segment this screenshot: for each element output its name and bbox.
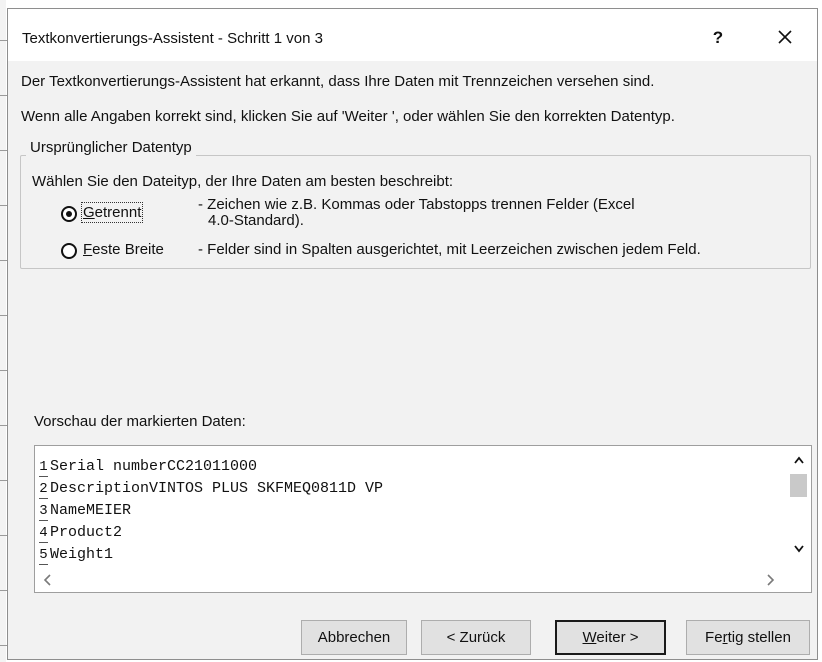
row-text: Product2 xyxy=(50,524,123,541)
horizontal-scrollbar[interactable] xyxy=(35,570,811,592)
fixed-width-description: - Felder sind in Spalten ausgerichtet, m… xyxy=(198,241,701,258)
title-bar: Textkonvertierungs-Assistent - Schritt 1… xyxy=(8,9,817,61)
help-button[interactable]: ? xyxy=(698,23,738,53)
next-button[interactable]: Weiter > xyxy=(555,620,666,655)
background-tick xyxy=(0,370,7,371)
background-tick xyxy=(0,260,7,261)
preview-rows: 1 Serial numberCC21011000 2 DescriptionVIN… xyxy=(39,456,383,566)
radio-button-selected[interactable] xyxy=(61,206,77,222)
back-button[interactable]: < Zurück xyxy=(421,620,531,655)
vertical-scrollbar[interactable] xyxy=(786,446,811,572)
window-title: Textkonvertierungs-Assistent - Schritt 1… xyxy=(22,30,323,47)
background-tick xyxy=(0,645,7,646)
radio-label-delimited[interactable]: Getrennt xyxy=(80,202,144,223)
row-number: 5 xyxy=(39,547,48,565)
row-text: NameMEIER xyxy=(50,502,132,519)
close-icon xyxy=(778,30,792,44)
background-tick xyxy=(0,590,7,591)
scroll-down-icon[interactable] xyxy=(794,542,804,556)
description-line-2: Wenn alle Angaben korrekt sind, klicken … xyxy=(21,108,675,125)
data-preview-box[interactable]: 1 Serial numberCC21011000 2 DescriptionVIN… xyxy=(34,445,812,593)
row-number: 1 xyxy=(39,459,48,477)
delimited-description: - Zeichen wie z.B. Kommas oder Tabstopps… xyxy=(198,197,635,229)
background-tick xyxy=(0,425,7,426)
background-tick xyxy=(0,480,7,481)
background-tick xyxy=(0,315,7,316)
scroll-up-icon[interactable] xyxy=(794,453,804,467)
close-button[interactable] xyxy=(764,22,806,52)
background-tick xyxy=(0,95,7,96)
preview-row: 1 Serial numberCC21011000 xyxy=(39,456,383,478)
row-text: DescriptionVINTOS PLUS SKFMEQ0811D VP xyxy=(50,480,384,497)
background-tick xyxy=(0,40,7,41)
row-number: 3 xyxy=(39,503,48,521)
background-tick xyxy=(0,535,7,536)
preview-row: 3 NameMEIER xyxy=(39,500,383,522)
radio-button-unselected[interactable] xyxy=(61,243,77,259)
delimited-description-line-1: - Zeichen wie z.B. Kommas oder Tabstopps… xyxy=(198,196,635,213)
description-line-1: Der Textkonvertierungs-Assistent hat erk… xyxy=(21,73,655,90)
scroll-right-icon[interactable] xyxy=(767,573,775,589)
row-text: Weight1 xyxy=(50,546,114,563)
row-text: Serial numberCC21011000 xyxy=(50,458,258,475)
row-number: 2 xyxy=(39,481,48,499)
preview-row: 4 Product2 xyxy=(39,522,383,544)
cancel-button[interactable]: Abbrechen xyxy=(301,620,407,655)
preview-row: 2 DescriptionVINTOS PLUS SKFMEQ0811D VP xyxy=(39,478,383,500)
datatype-prompt: Wählen Sie den Dateityp, der Ihre Daten … xyxy=(32,173,454,190)
text-import-wizard-dialog: Textkonvertierungs-Assistent - Schritt 1… xyxy=(7,8,818,660)
radio-dot xyxy=(66,211,72,217)
preview-label: Vorschau der markierten Daten: xyxy=(34,413,246,430)
finish-button[interactable]: Fertig stellen xyxy=(686,620,810,655)
scroll-left-icon[interactable] xyxy=(43,573,51,589)
preview-row: 5 Weight1 xyxy=(39,544,383,566)
row-number: 4 xyxy=(39,525,48,543)
datatype-group-legend: Ursprünglicher Datentyp xyxy=(26,139,196,156)
background-tick xyxy=(0,205,7,206)
background-edge xyxy=(0,0,6,662)
radio-label-fixed-width[interactable]: Feste Breite xyxy=(83,241,164,258)
scroll-thumb[interactable] xyxy=(790,474,807,497)
background-tick xyxy=(0,150,7,151)
delimited-description-line-2: 4.0-Standard). xyxy=(208,212,304,229)
